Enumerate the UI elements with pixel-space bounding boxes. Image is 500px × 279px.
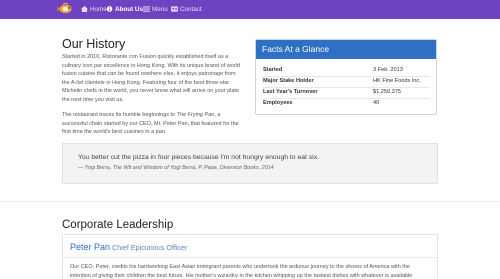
fact-value: $1,250,375 (373, 89, 401, 95)
fact-key: Employees (263, 100, 293, 106)
menu-list-icon (143, 5, 150, 12)
history-p2-start: The restaurant traces its humble beginni… (62, 112, 177, 118)
quote-text: You better cut the pizza in four pieces … (78, 154, 319, 161)
info-icon (106, 5, 113, 12)
quote-source-title: The Wit and Wisdom of Yogi Berra, P. Pep… (112, 165, 274, 171)
fact-row-turnover: Last Year's Turnover $1,250,375 (263, 88, 431, 97)
history-paragraph-1: Started in 2010, Ristorante con Fusion q… (62, 54, 240, 103)
nav-about-us[interactable]: About Us (106, 3, 143, 16)
home-icon (81, 5, 88, 12)
nav-home[interactable]: Home (81, 3, 107, 16)
fact-key: Major Stake Holder (263, 78, 314, 84)
nav-contact[interactable]: Contact (171, 3, 202, 16)
top-navbar: Home About Us Menu Contact (0, 0, 500, 19)
nav-home-label: Home (90, 6, 107, 13)
leader-name: Peter Pan (70, 242, 111, 252)
history-paragraph-2: The restaurant traces its humble beginni… (62, 111, 244, 137)
fact-value: 3 Feb. 2013 (373, 67, 403, 73)
nav-about-us-label: About Us (115, 6, 143, 13)
leader-divider (63, 257, 437, 258)
section-divider (0, 201, 500, 202)
fact-row-employees: Employees 40 (263, 99, 431, 108)
goldfish-logo-icon[interactable] (57, 1, 74, 16)
leader-card: Peter Pan Chief Epicurious Officer Our CE… (62, 234, 438, 279)
fact-key: Started (263, 67, 283, 73)
nav-contact-label: Contact (180, 6, 202, 13)
quote-source-author: — Yogi Berra, (78, 165, 113, 171)
facts-card-title: Facts At a Glance (256, 40, 436, 59)
leader-role: Chief Epicurious Officer (112, 243, 188, 252)
fact-row-started: Started 3 Feb. 2013 (263, 66, 431, 75)
leader-bio: Our CEO, Peter, credits his hardworking … (70, 264, 413, 279)
fact-value: 40 (373, 100, 380, 106)
history-title: Our History (62, 37, 126, 51)
nav-menu-label: Menu (152, 6, 168, 13)
fact-key: Last Year's Turnover (263, 89, 318, 95)
fact-value: HK Fine Foods Inc. (373, 78, 421, 84)
quote-block: You better cut the pizza in four pieces … (62, 143, 438, 184)
leader-heading: Peter Pan Chief Epicurious Officer (70, 242, 187, 252)
facts-card: Facts At a Glance Started 3 Feb. 2013 Ma… (255, 39, 437, 115)
quote-source: — Yogi Berra, The Wit and Wisdom of Yogi… (78, 165, 274, 171)
fact-row-stake-holder: Major Stake Holder HK Fine Foods Inc. (263, 77, 431, 86)
frying-pan-name: The Frying Pan (176, 112, 215, 118)
contact-card-icon (171, 5, 178, 12)
leadership-title: Corporate Leadership (62, 219, 174, 231)
nav-menu[interactable]: Menu (143, 3, 168, 16)
